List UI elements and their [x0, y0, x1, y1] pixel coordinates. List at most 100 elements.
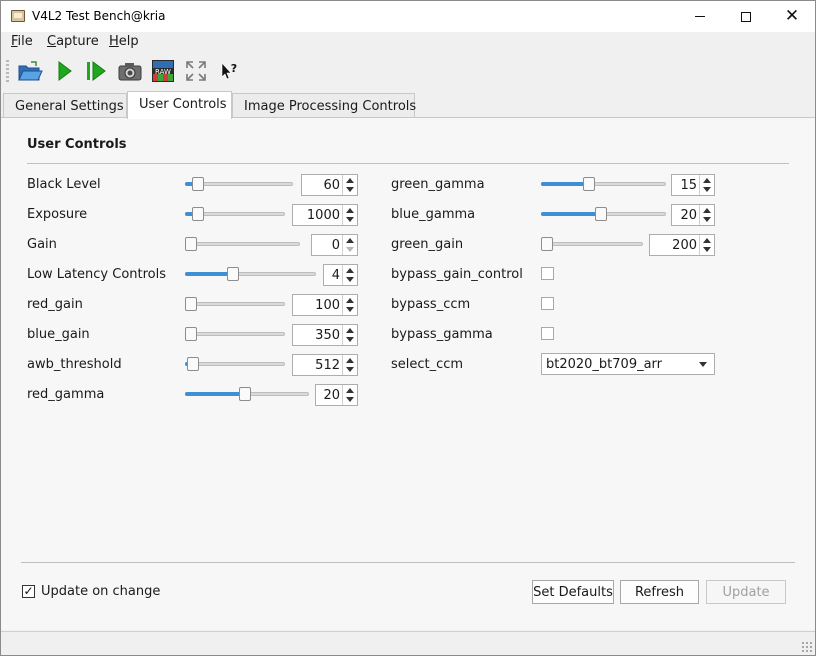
slider-groove — [185, 302, 285, 306]
gain-slider[interactable] — [185, 234, 300, 254]
spin-down-icon[interactable] — [346, 277, 354, 282]
exposure-label: Exposure — [27, 207, 88, 222]
spin-down-icon[interactable] — [346, 307, 354, 312]
slider-handle[interactable] — [192, 177, 204, 191]
set-defaults-button[interactable]: Set Defaults — [532, 580, 614, 604]
spin-arrows[interactable] — [699, 175, 714, 195]
spin-down-icon[interactable] — [703, 217, 711, 222]
open-folder-icon[interactable] — [17, 59, 43, 83]
slider-handle[interactable] — [185, 327, 197, 341]
spin-arrows[interactable] — [342, 385, 357, 405]
play-icon[interactable] — [51, 59, 77, 83]
green-gamma-slider[interactable] — [541, 174, 666, 194]
spin-arrows[interactable] — [342, 205, 357, 225]
toolbar-grip[interactable] — [6, 60, 9, 82]
minimize-icon — [695, 16, 705, 17]
blue-gain-spinbox[interactable]: 350 — [292, 324, 358, 346]
spin-arrows[interactable] — [342, 295, 357, 315]
raw-icon[interactable]: RAW — [150, 59, 176, 83]
slider-handle[interactable] — [185, 237, 197, 251]
spin-down-icon[interactable] — [346, 397, 354, 402]
low-latency-controls-spinbox[interactable]: 4 — [323, 264, 358, 286]
spin-up-icon[interactable] — [703, 178, 711, 183]
red-gain-spinbox[interactable]: 100 — [292, 294, 358, 316]
low-latency-controls-slider[interactable] — [185, 264, 316, 284]
slider-handle[interactable] — [187, 357, 199, 371]
spin-arrows[interactable] — [342, 325, 357, 345]
update-button[interactable]: Update — [706, 580, 786, 604]
whats-this-icon[interactable]: ? — [216, 59, 242, 83]
spin-down-icon[interactable] — [346, 217, 354, 222]
maximize-button[interactable] — [723, 1, 769, 32]
black-level-spinbox[interactable]: 60 — [301, 174, 358, 196]
exposure-spinbox[interactable]: 1000 — [292, 204, 358, 226]
minimize-button[interactable] — [677, 1, 723, 32]
green-gain-slider[interactable] — [541, 234, 643, 254]
slider-handle[interactable] — [239, 387, 251, 401]
spin-arrows[interactable] — [699, 235, 714, 255]
spin-up-icon[interactable] — [346, 388, 354, 393]
close-button[interactable]: ✕ — [769, 1, 815, 32]
slider-handle[interactable] — [595, 207, 607, 221]
spin-arrows[interactable] — [342, 175, 357, 195]
tab-general-settings[interactable]: General Settings — [3, 93, 127, 118]
slider-handle[interactable] — [583, 177, 595, 191]
spin-arrows[interactable] — [699, 205, 714, 225]
tab-user-controls[interactable]: User Controls — [127, 91, 232, 119]
spin-down-icon[interactable] — [346, 367, 354, 372]
black-level-slider[interactable] — [185, 174, 293, 194]
spin-arrows[interactable] — [342, 235, 357, 255]
exposure-slider[interactable] — [185, 204, 285, 224]
slider-handle[interactable] — [227, 267, 239, 281]
spin-down-icon[interactable] — [346, 187, 354, 192]
menu-capture[interactable]: Capture — [47, 34, 99, 49]
spin-up-icon[interactable] — [346, 178, 354, 183]
blue-gamma-spinbox[interactable]: 20 — [671, 204, 715, 226]
spin-up-icon[interactable] — [703, 208, 711, 213]
awb-threshold-spinbox[interactable]: 512 — [292, 354, 358, 376]
chevron-down-icon[interactable] — [699, 362, 707, 367]
refresh-button[interactable]: Refresh — [620, 580, 699, 604]
bypass-ccm-label: bypass_ccm — [391, 297, 471, 312]
title-bar[interactable]: V4L2 Test Bench@kria ✕ — [1, 1, 815, 32]
spin-up-icon[interactable] — [346, 208, 354, 213]
spin-down-icon[interactable] — [703, 187, 711, 192]
menu-help[interactable]: Help — [109, 34, 139, 49]
green-gain-spinbox[interactable]: 200 — [649, 234, 715, 256]
spin-down-icon[interactable] — [346, 247, 354, 252]
menu-file[interactable]: File — [11, 34, 33, 49]
spin-up-icon[interactable] — [346, 298, 354, 303]
spin-arrows[interactable] — [342, 265, 357, 285]
bypass-ccm-checkbox[interactable] — [541, 297, 554, 310]
red-gamma-slider[interactable] — [185, 384, 309, 404]
blue-gain-slider[interactable] — [185, 324, 285, 344]
camera-icon[interactable] — [117, 59, 143, 83]
tab-image-processing-controls[interactable]: Image Processing Controls — [232, 93, 416, 118]
spin-up-icon[interactable] — [346, 358, 354, 363]
spin-up-icon[interactable] — [346, 238, 354, 243]
spin-up-icon[interactable] — [703, 238, 711, 243]
red-gain-slider[interactable] — [185, 294, 285, 314]
spin-up-icon[interactable] — [346, 328, 354, 333]
step-forward-icon[interactable] — [83, 59, 109, 83]
gain-label: Gain — [27, 237, 57, 252]
resize-grip[interactable] — [801, 641, 813, 653]
fullscreen-icon[interactable] — [183, 59, 209, 83]
update-on-change-checkbox[interactable]: ✓ — [22, 585, 35, 598]
spin-down-icon[interactable] — [346, 337, 354, 342]
spin-arrows[interactable] — [342, 355, 357, 375]
awb-threshold-slider[interactable] — [185, 354, 285, 374]
bypass-gamma-checkbox[interactable] — [541, 327, 554, 340]
slider-handle[interactable] — [541, 237, 553, 251]
select-ccm-combobox[interactable]: bt2020_bt709_arr — [541, 353, 715, 375]
blue-gamma-slider[interactable] — [541, 204, 666, 224]
gain-spinbox[interactable]: 0 — [311, 234, 358, 256]
spin-up-icon[interactable] — [346, 268, 354, 273]
slider-handle[interactable] — [192, 207, 204, 221]
spin-down-icon[interactable] — [703, 247, 711, 252]
bypass-gain-control-checkbox[interactable] — [541, 267, 554, 280]
red-gamma-spinbox[interactable]: 20 — [315, 384, 358, 406]
slider-handle[interactable] — [185, 297, 197, 311]
blue-gain-value: 350 — [315, 328, 340, 343]
green-gamma-spinbox[interactable]: 15 — [671, 174, 715, 196]
